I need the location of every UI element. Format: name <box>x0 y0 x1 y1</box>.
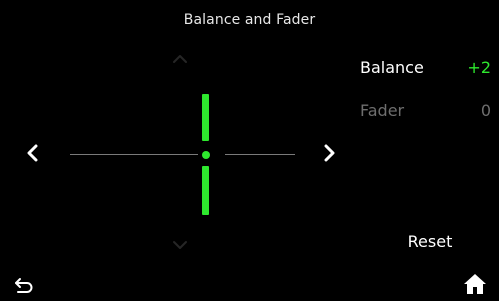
chevron-up-icon[interactable] <box>172 54 188 64</box>
fader-setting-row[interactable]: Fader 0 <box>360 101 494 125</box>
back-arrow-icon[interactable] <box>14 276 36 294</box>
horizontal-axis-right <box>225 154 295 155</box>
balance-value: +2 <box>467 58 491 77</box>
balance-fader-position-dot[interactable] <box>202 151 210 159</box>
fader-label: Fader <box>360 101 405 120</box>
chevron-right-icon[interactable] <box>323 144 337 162</box>
fader-rear-bar <box>202 166 209 215</box>
chevron-down-icon[interactable] <box>172 240 188 250</box>
horizontal-axis-left <box>70 154 198 155</box>
balance-fader-screen: Balance and Fader Balance +2 Fader 0 Res… <box>0 0 499 301</box>
reset-button[interactable]: Reset <box>395 232 465 256</box>
page-title: Balance and Fader <box>183 12 316 28</box>
balance-setting-row[interactable]: Balance +2 <box>360 58 494 82</box>
fader-front-bar <box>202 94 209 141</box>
home-icon[interactable] <box>463 273 487 295</box>
chevron-left-icon[interactable] <box>25 144 39 162</box>
balance-label: Balance <box>360 58 424 77</box>
fader-value: 0 <box>480 101 491 120</box>
balance-fader-pad[interactable] <box>20 50 350 265</box>
